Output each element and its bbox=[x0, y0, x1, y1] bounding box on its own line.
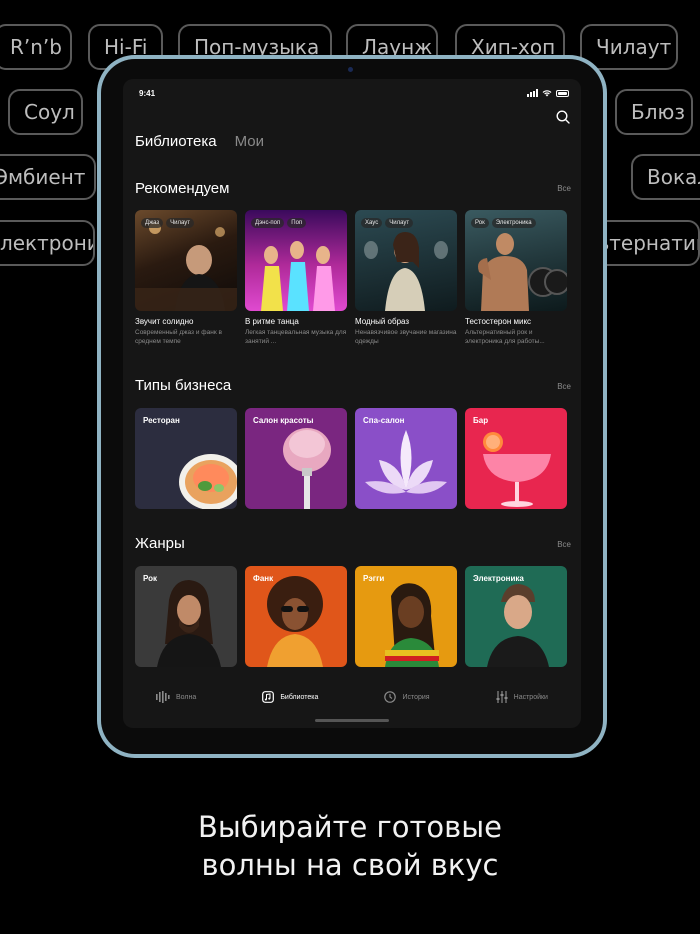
playlist-cover-gym: Рок Электроника bbox=[465, 210, 567, 311]
playlist-title: Звучит солидно bbox=[135, 317, 194, 326]
genre-tags: Хаус Чилаут bbox=[361, 218, 414, 228]
tag: Дэнс-поп bbox=[251, 218, 285, 228]
business-card-restaurant[interactable]: Ресторан bbox=[135, 408, 237, 509]
bg-pill-vocal: Вокал bbox=[631, 154, 700, 200]
playlist-description: Современный джаз и фанк в среднем темпе bbox=[135, 329, 222, 345]
business-label: Бар bbox=[473, 416, 489, 425]
playlist-title: Модный образ bbox=[355, 317, 410, 326]
battery-icon bbox=[556, 89, 569, 97]
section-title-genres: Жанры bbox=[135, 535, 185, 552]
tag: Чилаут bbox=[166, 218, 194, 228]
section-title-business: Типы бизнеса bbox=[135, 377, 232, 394]
clock-icon bbox=[384, 691, 397, 703]
status-bar: 9:41 bbox=[139, 89, 569, 101]
tag: Поп bbox=[287, 218, 307, 228]
genre-tags: Рок Электроника bbox=[471, 218, 536, 228]
tag: Рок bbox=[471, 218, 489, 228]
tag: Хаус bbox=[361, 218, 383, 228]
wave-icon bbox=[156, 691, 170, 703]
playlist-card[interactable]: Хаус Чилаут Модный образ Ненавязчивое зв… bbox=[355, 210, 457, 347]
business-label: Ресторан bbox=[143, 416, 180, 425]
app-screen: 9:41 Библиотека Мои Рекомендуем Все Джаз… bbox=[123, 79, 581, 728]
genres-see-all-link[interactable]: Все bbox=[557, 540, 571, 549]
bg-pill-ambient: Эмбиент bbox=[0, 154, 96, 200]
library-tabs: Библиотека Мои bbox=[135, 133, 264, 150]
genre-label: Фанк bbox=[253, 574, 274, 583]
caption-line-1: Выбирайте готовые bbox=[198, 810, 502, 844]
playlist-cover-fashion: Хаус Чилаут bbox=[355, 210, 457, 311]
tab-mine[interactable]: Мои bbox=[235, 133, 264, 150]
playlist-cover-dance: Дэнс-поп Поп bbox=[245, 210, 347, 311]
business-card-spa[interactable]: Спа-салон bbox=[355, 408, 457, 509]
business-label: Салон красоты bbox=[253, 416, 314, 425]
search-icon[interactable] bbox=[555, 109, 571, 125]
bg-pill-electronic: Электроника bbox=[0, 220, 95, 266]
genre-card-reggae[interactable]: Рэгги bbox=[355, 566, 457, 667]
playlist-title: Тестостерон микс bbox=[465, 317, 532, 326]
business-card-beauty-salon[interactable]: Салон красоты bbox=[245, 408, 347, 509]
playlist-card[interactable]: Рок Электроника Тестостерон микс Альтерн… bbox=[465, 210, 567, 347]
wifi-icon bbox=[542, 90, 552, 97]
playlist-description: Ненавязчивое звучание магазина одежды bbox=[355, 329, 457, 345]
status-time: 9:41 bbox=[139, 89, 156, 98]
tag: Джаз bbox=[141, 218, 164, 228]
nav-item-settings[interactable]: Настройки bbox=[496, 691, 548, 703]
bg-pill-chillout: Чилаут bbox=[580, 24, 678, 70]
sliders-icon bbox=[496, 691, 508, 703]
playlist-description: Легкая танцевальная музыка для занятий .… bbox=[245, 329, 347, 345]
genre-label: Электроника bbox=[473, 574, 524, 583]
genre-label: Рок bbox=[143, 574, 158, 583]
nav-item-library[interactable]: Библиотека bbox=[262, 691, 318, 703]
promo-caption: Выбирайте готовые волны на свой вкус bbox=[0, 808, 700, 884]
playlist-title: В ритме танца bbox=[245, 317, 299, 326]
bottom-navigation: Волна Библиотека История Настройки bbox=[123, 685, 581, 709]
nav-label: Настройки bbox=[513, 693, 548, 701]
nav-label: Волна bbox=[176, 693, 197, 701]
recommend-row: Джаз Чилаут Звучит солидно Современный д… bbox=[135, 210, 567, 347]
nav-item-history[interactable]: История bbox=[384, 691, 430, 703]
nav-label: История bbox=[402, 693, 430, 701]
genre-tags: Джаз Чилаут bbox=[141, 218, 194, 228]
front-camera bbox=[348, 67, 353, 72]
genre-label: Рэгги bbox=[363, 574, 385, 583]
recommend-see-all-link[interactable]: Все bbox=[557, 184, 571, 193]
genre-card-funk[interactable]: Фанк bbox=[245, 566, 347, 667]
business-see-all-link[interactable]: Все bbox=[557, 382, 571, 391]
tab-library[interactable]: Библиотека bbox=[135, 133, 217, 150]
tablet-frame: 9:41 Библиотека Мои Рекомендуем Все Джаз… bbox=[97, 55, 607, 758]
genre-card-rock[interactable]: Рок bbox=[135, 566, 237, 667]
tag: Электроника bbox=[491, 218, 536, 228]
caption-line-2: волны на свой вкус bbox=[201, 848, 499, 882]
playlist-cover-jazz: Джаз Чилаут bbox=[135, 210, 237, 311]
cellular-signal-icon bbox=[527, 89, 538, 97]
bg-pill-blues: Блюз bbox=[615, 89, 693, 135]
section-title-recommend: Рекомендуем bbox=[135, 180, 230, 197]
bg-pill-rnb: R’n’b bbox=[0, 24, 72, 70]
business-label: Спа-салон bbox=[363, 416, 405, 425]
nav-label: Библиотека bbox=[280, 693, 319, 701]
business-card-bar[interactable]: Бар bbox=[465, 408, 567, 509]
playlist-description: Альтернативный рок и электроника для раб… bbox=[465, 329, 545, 345]
home-indicator bbox=[315, 719, 389, 722]
nav-item-wave[interactable]: Волна bbox=[156, 691, 196, 703]
tag: Чилаут bbox=[385, 218, 414, 228]
bg-pill-soul: Соул bbox=[8, 89, 83, 135]
genre-tags: Дэнс-поп Поп bbox=[251, 218, 307, 228]
playlist-card[interactable]: Джаз Чилаут Звучит солидно Современный д… bbox=[135, 210, 237, 347]
library-icon bbox=[262, 691, 275, 703]
business-row: Ресторан Салон красоты Спа-салон Бар bbox=[135, 408, 567, 509]
genre-card-electronic[interactable]: Электроника bbox=[465, 566, 567, 667]
genres-row: Рок Фанк Рэгги Электроника bbox=[135, 566, 567, 667]
playlist-card[interactable]: Дэнс-поп Поп В ритме танца Легкая танцев… bbox=[245, 210, 347, 347]
